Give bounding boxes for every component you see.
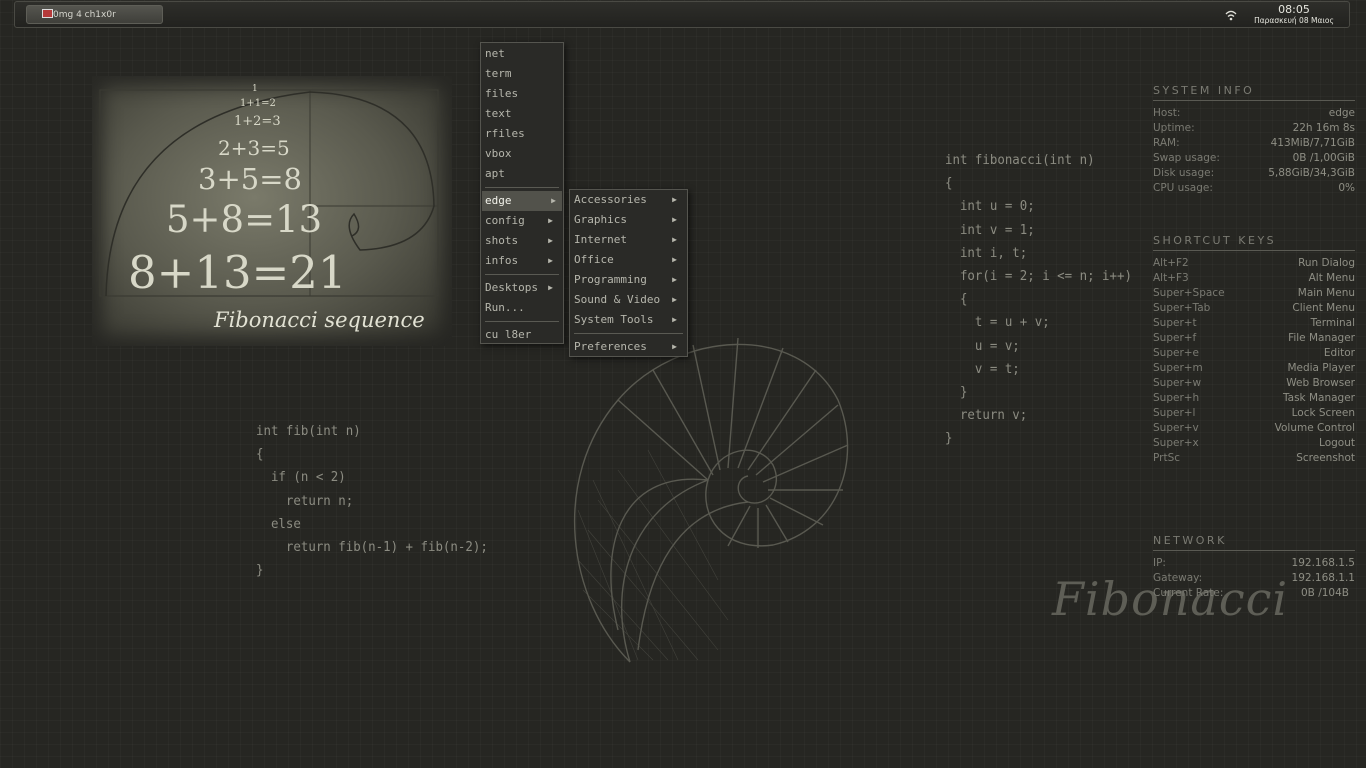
shortcut-row: Super+m Media Player (1153, 362, 1355, 374)
wifi-icon[interactable] (1225, 10, 1237, 21)
network-row: Gateway: 192.168.1.1 (1153, 572, 1355, 584)
conky-shortcut-keys: SHORTCUT KEYS Alt+F2 Run Dialog Alt+F3 Alt… (1153, 234, 1355, 466)
shortcut-row: Super+x Logout (1153, 437, 1355, 449)
info-row: RAM: 413MiB/7,71GiB (1153, 137, 1355, 149)
menu-item-vbox[interactable]: vbox (485, 144, 512, 164)
nautilus-shell-graphic (573, 337, 849, 663)
menu-item-term[interactable]: term (485, 64, 512, 84)
menu-separator (485, 321, 559, 322)
menu-item-system-tools[interactable]: System Tools ▶ (574, 310, 683, 330)
shortcut-row: Alt+F2 Run Dialog (1153, 257, 1355, 269)
submenu-arrow-icon: ▶ (672, 315, 677, 324)
menu-separator (574, 333, 683, 334)
divider (1153, 250, 1355, 251)
menu-separator (485, 274, 559, 275)
menu-item-text[interactable]: text (485, 104, 512, 124)
equation-7: 8+13=21 (128, 246, 347, 299)
shortcut-row: Alt+F3 Alt Menu (1153, 272, 1355, 284)
menu-item-accessories[interactable]: Accessories ▶ (574, 190, 683, 210)
network-row: IP: 192.168.1.5 (1153, 557, 1355, 569)
fibonacci-image: 1 1+1=2 1+2=3 2+3=5 3+5=8 5+8=13 8+13=21… (92, 76, 452, 346)
submenu-arrow-icon: ▶ (548, 236, 553, 245)
terminal-icon (42, 9, 53, 18)
menu-separator (485, 187, 559, 188)
system-info-title: SYSTEM INFO (1153, 84, 1255, 97)
submenu-arrow-icon: ▶ (672, 342, 677, 351)
menu-item-desktops[interactable]: Desktops ▶ (485, 278, 559, 298)
info-row: Disk usage: 5,88GiB/34,3GiB (1153, 167, 1355, 179)
top-panel: 0mg 4 ch1x0r 08:05 Παρασκευή 08 Μαιος (14, 1, 1350, 28)
menu-item-edge[interactable]: edge ▶ (482, 191, 562, 211)
equation-1: 1 (252, 84, 258, 94)
root-menu: net term files text rfiles vbox apt edge… (480, 42, 564, 344)
submenu-arrow-icon: ▶ (548, 256, 553, 265)
submenu-arrow-icon: ▶ (672, 275, 677, 284)
menu-item-net[interactable]: net (485, 44, 505, 64)
menu-item-sound-video[interactable]: Sound & Video ▶ (574, 290, 683, 310)
code-snippet-iterative: int fibonacci(int n) { int u = 0; int v … (945, 152, 1132, 447)
submenu-arrow-icon: ▶ (672, 295, 677, 304)
info-row: Uptime: 22h 16m 8s (1153, 122, 1355, 134)
menu-item-preferences[interactable]: Preferences ▶ (574, 337, 683, 357)
shortcut-keys-title: SHORTCUT KEYS (1153, 234, 1277, 247)
equation-2: 1+1=2 (240, 98, 276, 109)
submenu-arrow-icon: ▶ (548, 216, 553, 225)
info-row: Swap usage: 0B /1,00GiB (1153, 152, 1355, 164)
shortcut-row: Super+Tab Client Menu (1153, 302, 1355, 314)
menu-item-rfiles[interactable]: rfiles (485, 124, 525, 144)
menu-item-office[interactable]: Office ▶ (574, 250, 683, 270)
equation-3: 1+2=3 (234, 114, 281, 129)
menu-item-infos[interactable]: infos ▶ (485, 251, 559, 271)
shortcut-row: PrtSc Screenshot (1153, 452, 1355, 464)
info-row: CPU usage: 0% (1153, 182, 1355, 194)
clock-time: 08:05 (1278, 3, 1310, 16)
clock[interactable]: 08:05 Παρασκευή 08 Μαιος (1239, 4, 1349, 26)
equation-6: 5+8=13 (166, 198, 323, 241)
network-row: Current Rate: 0B /104B (1153, 587, 1349, 599)
conky-network: NETWORK IP: 192.168.1.5 Gateway: 192.168.1… (1153, 534, 1355, 601)
submenu-arrow-icon: ▶ (551, 196, 556, 205)
fibonacci-sequence-caption: Fibonacci sequence (214, 308, 425, 332)
submenu-arrow-icon: ▶ (548, 283, 553, 292)
submenu-arrow-icon: ▶ (672, 195, 677, 204)
submenu-arrow-icon: ▶ (672, 215, 677, 224)
shortcut-row: Super+l Lock Screen (1153, 407, 1355, 419)
shortcut-row: Super+Space Main Menu (1153, 287, 1355, 299)
clock-date: Παρασκευή 08 Μαιος (1254, 16, 1334, 25)
shortcut-row: Super+h Task Manager (1153, 392, 1355, 404)
shortcut-row: Super+f File Manager (1153, 332, 1355, 344)
menu-item-graphics[interactable]: Graphics ▶ (574, 210, 683, 230)
taskbar-window-label: 0mg 4 ch1x0r (53, 9, 116, 20)
divider (1153, 100, 1355, 101)
menu-item-config[interactable]: config ▶ (485, 211, 559, 231)
divider (1153, 550, 1355, 551)
shortcut-row: Super+v Volume Control (1153, 422, 1355, 434)
code-snippet-recursive: int fib(int n) { if (n < 2) return n; el… (256, 423, 488, 579)
conky-system-info: SYSTEM INFO Host: edge Uptime: 22h 16m 8s … (1153, 84, 1355, 196)
submenu-arrow-icon: ▶ (672, 255, 677, 264)
menu-item-shots[interactable]: shots ▶ (485, 231, 559, 251)
network-title: NETWORK (1153, 534, 1227, 547)
menu-item-internet[interactable]: Internet ▶ (574, 230, 683, 250)
shortcut-row: Super+e Editor (1153, 347, 1355, 359)
edge-submenu: Accessories ▶ Graphics ▶ Internet ▶ Offi… (569, 189, 688, 357)
equation-4: 2+3=5 (218, 136, 290, 160)
menu-item-files[interactable]: files (485, 84, 518, 104)
submenu-arrow-icon: ▶ (672, 235, 677, 244)
taskbar-window-button[interactable]: 0mg 4 ch1x0r (26, 5, 163, 24)
menu-item-apt[interactable]: apt (485, 164, 505, 184)
menu-item-programming[interactable]: Programming ▶ (574, 270, 683, 290)
menu-item-run[interactable]: Run... (485, 298, 525, 318)
equation-5: 3+5=8 (198, 162, 302, 196)
shortcut-row: Super+w Web Browser (1153, 377, 1355, 389)
info-row: Host: edge (1153, 107, 1355, 119)
shortcut-row: Super+t Terminal (1153, 317, 1355, 329)
menu-item-logout[interactable]: cu l8er (485, 325, 531, 345)
